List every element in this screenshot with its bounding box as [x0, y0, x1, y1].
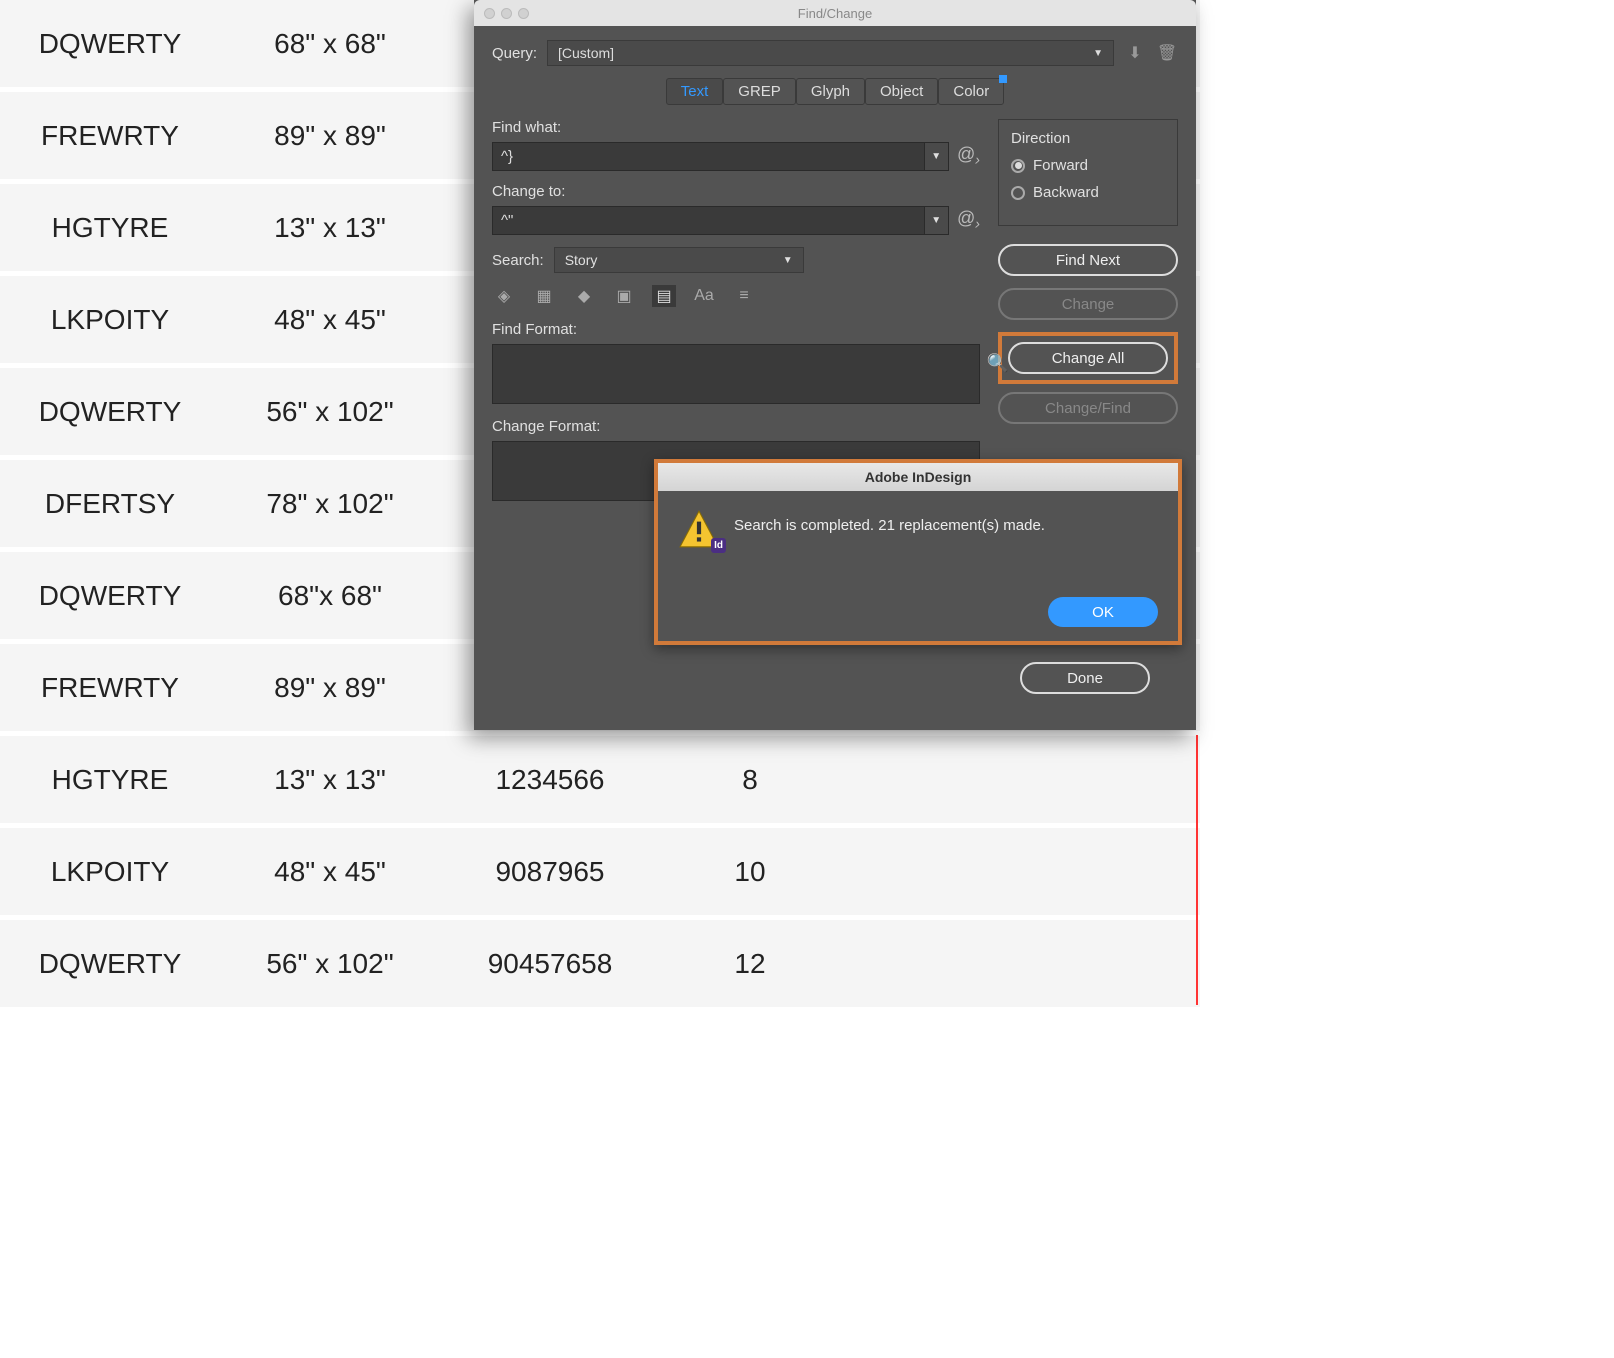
window-titlebar[interactable]: Find/Change [474, 0, 1196, 26]
direction-label: Direction [1011, 130, 1165, 147]
tab-grep[interactable]: GREP [723, 78, 796, 105]
cell: 78" x 102" [220, 488, 440, 520]
direction-forward-radio[interactable]: Forward [1011, 157, 1165, 174]
direction-group: Direction Forward Backward [998, 119, 1178, 226]
cell: 56" x 102" [220, 396, 440, 428]
cell: DQWERTY [0, 580, 220, 612]
locked-layers-icon[interactable]: ◈ [492, 285, 516, 307]
radio-unchecked-icon [1011, 186, 1025, 200]
chevron-down-icon[interactable]: ▼ [924, 143, 948, 170]
find-format-box[interactable]: 🔍 [492, 344, 980, 404]
cell: 1234566 [440, 764, 660, 796]
master-pages-icon[interactable]: ▣ [612, 285, 636, 307]
cell: HGTYRE [0, 212, 220, 244]
save-query-icon[interactable]: ⬇ [1124, 42, 1146, 64]
tab-glyph[interactable]: Glyph [796, 78, 865, 105]
backward-label: Backward [1033, 184, 1099, 201]
search-scope-select[interactable]: Story ▼ [554, 247, 804, 273]
search-options: ◈ ▦ ◆ ▣ ▤ Aa ≡ [492, 285, 980, 307]
cell: DQWERTY [0, 28, 220, 60]
cell: 48" x 45" [220, 856, 440, 888]
query-label: Query: [492, 45, 537, 62]
chevron-down-icon: ▼ [783, 255, 793, 266]
direction-backward-radio[interactable]: Backward [1011, 184, 1165, 201]
new-feature-dot-icon [999, 75, 1007, 83]
ok-button[interactable]: OK [1048, 597, 1158, 627]
cell: LKPOITY [0, 304, 220, 336]
case-sensitive-icon[interactable]: Aa [692, 285, 716, 307]
cell: 68" x 68" [220, 28, 440, 60]
find-what-input[interactable]: ^} ▼ [492, 142, 949, 171]
cell: 68"x 68" [220, 580, 440, 612]
table-row: DQWERTY56" x 102"9045765812 [0, 920, 1200, 1012]
cell: 9087965 [440, 856, 660, 888]
query-select[interactable]: [Custom] ▼ [547, 40, 1114, 66]
cell: FREWRTY [0, 672, 220, 704]
cell: 89" x 89" [220, 672, 440, 704]
cell: DQWERTY [0, 948, 220, 980]
tab-text[interactable]: Text [666, 78, 724, 105]
cell: HGTYRE [0, 764, 220, 796]
find-what-value: ^} [493, 143, 924, 170]
change-find-button[interactable]: Change/Find [998, 392, 1178, 424]
locked-stories-icon[interactable]: ▦ [532, 285, 556, 307]
mode-tabs: Text GREP Glyph Object Color [492, 78, 1178, 105]
cell: 8 [660, 764, 840, 796]
cell: FREWRTY [0, 120, 220, 152]
change-all-highlight: Change All [998, 332, 1178, 384]
cell: 13" x 13" [220, 212, 440, 244]
chevron-down-icon: ▼ [1093, 48, 1103, 59]
cell: 48" x 45" [220, 304, 440, 336]
cell: 90457658 [440, 948, 660, 980]
special-character-icon[interactable]: @› [957, 208, 980, 233]
change-format-label: Change Format: [492, 418, 980, 435]
find-next-button[interactable]: Find Next [998, 244, 1178, 276]
change-all-button[interactable]: Change All [1008, 342, 1168, 374]
whole-word-icon[interactable]: ≡ [732, 285, 756, 307]
search-scope-value: Story [565, 252, 598, 268]
tab-color-label: Color [953, 83, 989, 100]
alert-dialog: Adobe InDesign Id Search is completed. 2… [654, 459, 1182, 645]
table-row: HGTYRE13" x 13"12345668 [0, 736, 1200, 828]
specify-format-icon[interactable]: 🔍 [987, 353, 1009, 374]
forward-label: Forward [1033, 157, 1088, 174]
change-to-value: ^" [493, 207, 924, 234]
cell: 12 [660, 948, 840, 980]
delete-query-icon[interactable]: 🗑 [1156, 42, 1178, 64]
footnotes-icon[interactable]: ▤ [652, 285, 676, 307]
cell: 10 [660, 856, 840, 888]
special-character-icon[interactable]: @› [957, 144, 980, 169]
cell: LKPOITY [0, 856, 220, 888]
tab-color[interactable]: Color [938, 78, 1004, 105]
table-row: LKPOITY48" x 45"908796510 [0, 828, 1200, 920]
radio-checked-icon [1011, 159, 1025, 173]
warning-icon: Id [678, 509, 720, 551]
find-what-label: Find what: [492, 119, 980, 136]
cell: 56" x 102" [220, 948, 440, 980]
alert-message: Search is completed. 21 replacement(s) m… [734, 509, 1045, 534]
chevron-down-icon[interactable]: ▼ [924, 207, 948, 234]
cell: 13" x 13" [220, 764, 440, 796]
tab-object[interactable]: Object [865, 78, 938, 105]
cell: 89" x 89" [220, 120, 440, 152]
indesign-badge-icon: Id [711, 538, 726, 553]
change-to-input[interactable]: ^" ▼ [492, 206, 949, 235]
search-label: Search: [492, 252, 544, 269]
find-format-label: Find Format: [492, 321, 980, 338]
margin-guide [1196, 735, 1198, 1005]
alert-title: Adobe InDesign [658, 463, 1178, 491]
query-value: [Custom] [558, 45, 614, 61]
done-button[interactable]: Done [1020, 662, 1150, 694]
window-title: Find/Change [474, 6, 1196, 21]
change-to-label: Change to: [492, 183, 980, 200]
cell: DQWERTY [0, 396, 220, 428]
hidden-layers-icon[interactable]: ◆ [572, 285, 596, 307]
cell: DFERTSY [0, 488, 220, 520]
change-button[interactable]: Change [998, 288, 1178, 320]
